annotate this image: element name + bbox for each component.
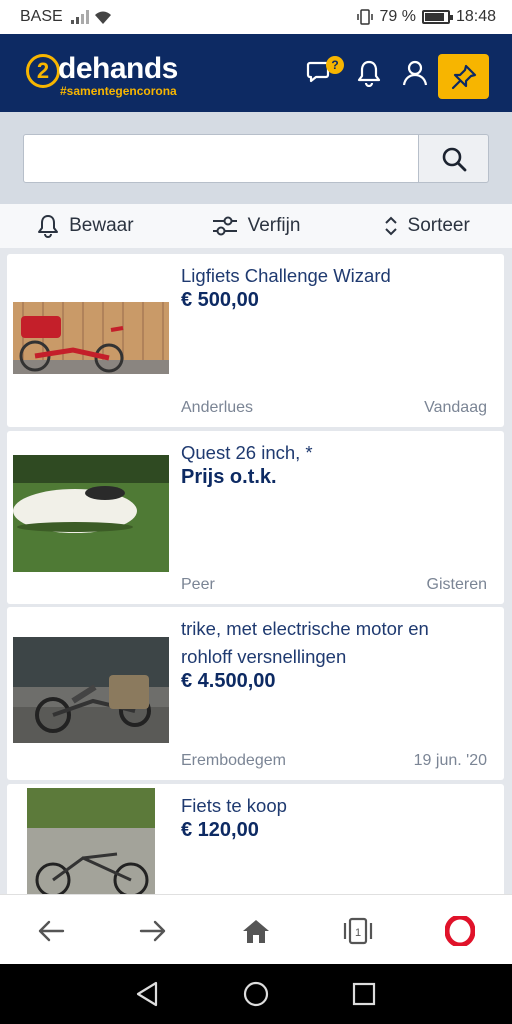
opera-menu-icon[interactable] <box>442 913 478 949</box>
listing-image-recumbent-bike <box>13 302 169 374</box>
notifications-bell-icon[interactable] <box>356 59 386 89</box>
search-input[interactable] <box>23 134 419 183</box>
app-header: 2 dehands #samentegencorona ? <box>0 34 512 112</box>
battery-percent: 79 % <box>379 8 416 25</box>
listing-price: € 4.500,00 <box>181 670 276 692</box>
bell-icon <box>38 215 59 238</box>
listing-location: Peer <box>181 576 215 593</box>
logo-number: 2 <box>26 54 60 88</box>
listing-card[interactable]: Quest 26 inch, * Prijs o.t.k. Peer Giste… <box>7 431 504 604</box>
pin-icon <box>451 64 476 89</box>
listing-title[interactable]: trike, met electrische motor en rohloff … <box>181 615 481 671</box>
listing-title[interactable]: Ligfiets Challenge Wizard <box>181 262 481 290</box>
sort-label: Sorteer <box>407 215 470 236</box>
search-area <box>0 112 512 204</box>
search-button[interactable] <box>418 134 489 183</box>
search-icon <box>442 147 466 171</box>
system-back-icon[interactable] <box>134 980 162 1008</box>
vibrate-icon <box>357 9 374 25</box>
listing-image-bicycle <box>27 788 155 898</box>
save-search-button[interactable]: Bewaar <box>0 204 171 248</box>
wifi-icon <box>95 11 111 24</box>
home-icon[interactable] <box>238 913 274 949</box>
signal-icon <box>71 10 89 24</box>
listing-price: € 120,00 <box>181 819 259 841</box>
carrier-name: BASE <box>20 8 63 25</box>
listing-date: Gisteren <box>426 576 487 593</box>
save-search-label: Bewaar <box>69 215 134 236</box>
place-ad-button[interactable] <box>438 54 489 99</box>
listing-title[interactable]: Quest 26 inch, * <box>181 439 481 467</box>
browser-nav-bar: 1 <box>0 894 512 964</box>
system-recents-icon[interactable] <box>350 980 378 1008</box>
listing-date: Vandaag <box>424 399 487 416</box>
system-nav-bar <box>0 964 512 1024</box>
sliders-icon <box>212 216 237 236</box>
listing-date: 19 jun. '20 <box>413 752 487 769</box>
system-home-icon[interactable] <box>242 980 270 1008</box>
user-profile-icon[interactable] <box>401 59 431 89</box>
battery-icon <box>421 10 453 24</box>
tab-count: 1 <box>355 927 361 939</box>
listing-price: € 500,00 <box>181 289 259 311</box>
results-toolbar: Bewaar Verfijn Sorteer <box>0 204 512 248</box>
listing-card[interactable]: Ligfiets Challenge Wizard € 500,00 Ander… <box>7 254 504 427</box>
listing-title[interactable]: Fiets te koop <box>181 792 481 820</box>
refine-button[interactable]: Verfijn <box>171 204 342 248</box>
sort-chevrons-icon <box>384 216 397 236</box>
messages-icon[interactable]: ? <box>306 56 344 89</box>
forward-arrow-icon[interactable] <box>135 913 171 949</box>
sort-button[interactable]: Sorteer <box>341 204 512 248</box>
logo-tagline: #samentegencorona <box>60 84 177 98</box>
listing-image-trike <box>13 637 169 743</box>
refine-label: Verfijn <box>247 215 301 236</box>
listing-location: Erembodegem <box>181 752 286 769</box>
listing-image-velomobile <box>13 455 169 572</box>
back-arrow-icon[interactable] <box>33 913 69 949</box>
logo-text: dehands <box>58 52 178 85</box>
tabs-icon[interactable]: 1 <box>340 913 376 949</box>
listing-price: Prijs o.t.k. <box>181 466 277 488</box>
listing-card[interactable]: trike, met electrische motor en rohloff … <box>7 607 504 780</box>
listing-location: Anderlues <box>181 399 254 416</box>
clock: 18:48 <box>455 8 496 25</box>
messages-badge: ? <box>326 56 344 74</box>
status-bar: BASE 79 % 18:48 <box>0 0 512 34</box>
